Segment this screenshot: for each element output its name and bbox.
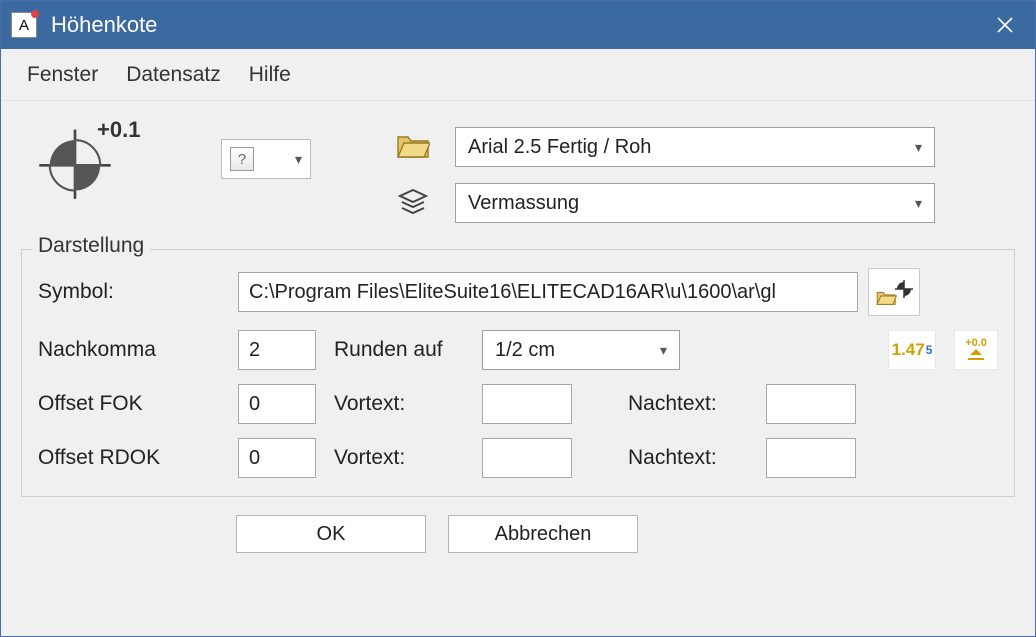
fok-vortext-input[interactable]: [482, 384, 572, 424]
ok-button[interactable]: OK: [236, 515, 426, 553]
precision-preview-exp: 5: [926, 343, 933, 357]
offset-fok-input[interactable]: 0: [238, 384, 316, 424]
layer-select[interactable]: Vermassung ▾: [455, 183, 935, 223]
chevron-down-icon: ▾: [915, 139, 922, 156]
runden-select[interactable]: 1/2 cm ▾: [482, 330, 680, 370]
group-title: Darstellung: [32, 234, 150, 258]
nachkomma-label: Nachkomma: [38, 338, 228, 362]
content-area: +0.1 ? ▾: [1, 101, 1035, 563]
chevron-down-icon: ▾: [915, 195, 922, 212]
close-button[interactable]: [985, 5, 1025, 45]
window-title: Höhenkote: [51, 12, 157, 38]
kote-preview: +0.1: [33, 117, 153, 207]
offset-rdok-input[interactable]: 0: [238, 438, 316, 478]
chevron-down-icon: ▾: [660, 342, 667, 359]
rdok-nachtext-input[interactable]: [766, 438, 856, 478]
runden-select-value: 1/2 cm: [495, 339, 555, 362]
menubar: Fenster Datensatz Hilfe: [1, 49, 1035, 101]
menu-datensatz[interactable]: Datensatz: [126, 63, 221, 87]
folder-icon: [391, 132, 435, 162]
font-select-value: Arial 2.5 Fertig / Roh: [468, 136, 651, 159]
rdok-vortext-label: Vortext:: [334, 446, 464, 470]
fok-nachtext-label: Nachtext:: [628, 392, 748, 416]
offset-fok-label: Offset FOK: [38, 392, 228, 416]
titlebar: A Höhenkote: [1, 1, 1035, 49]
nachkomma-input[interactable]: 2: [238, 330, 316, 370]
symbol-path-input[interactable]: C:\Program Files\EliteSuite16\ELITECAD16…: [238, 272, 858, 312]
zero-reference-button[interactable]: +0.0: [954, 330, 998, 370]
layers-icon: [391, 188, 435, 218]
layer-select-value: Vermassung: [468, 192, 579, 215]
zero-ref-icon: +0.0: [959, 335, 993, 365]
cancel-button[interactable]: Abbrechen: [448, 515, 638, 553]
rdok-vortext-input[interactable]: [482, 438, 572, 478]
darstellung-group: Darstellung Symbol: C:\Program Files\Eli…: [21, 249, 1015, 497]
menu-fenster[interactable]: Fenster: [27, 63, 98, 87]
svg-text:+0.0: +0.0: [965, 337, 987, 349]
app-icon: A: [11, 12, 37, 38]
kote-preview-label: +0.1: [97, 117, 140, 143]
close-icon: [996, 16, 1014, 34]
browse-symbol-button[interactable]: [868, 268, 920, 316]
dialog-window: A Höhenkote Fenster Datensatz Hilfe +0.1: [0, 0, 1036, 637]
symbol-type-select[interactable]: ? ▾: [221, 139, 311, 179]
precision-preview-button[interactable]: 1.475: [888, 330, 936, 370]
question-icon: ?: [230, 147, 254, 171]
fok-nachtext-input[interactable]: [766, 384, 856, 424]
symbol-label: Symbol:: [38, 280, 228, 304]
fok-vortext-label: Vortext:: [334, 392, 464, 416]
folder-marker-icon: [874, 272, 914, 312]
font-select[interactable]: Arial 2.5 Fertig / Roh ▾: [455, 127, 935, 167]
offset-rdok-label: Offset RDOK: [38, 446, 228, 470]
menu-hilfe[interactable]: Hilfe: [249, 63, 291, 87]
rdok-nachtext-label: Nachtext:: [628, 446, 748, 470]
chevron-down-icon: ▾: [295, 151, 302, 168]
precision-preview-value: 1.47: [892, 340, 925, 360]
runden-label: Runden auf: [334, 338, 464, 362]
